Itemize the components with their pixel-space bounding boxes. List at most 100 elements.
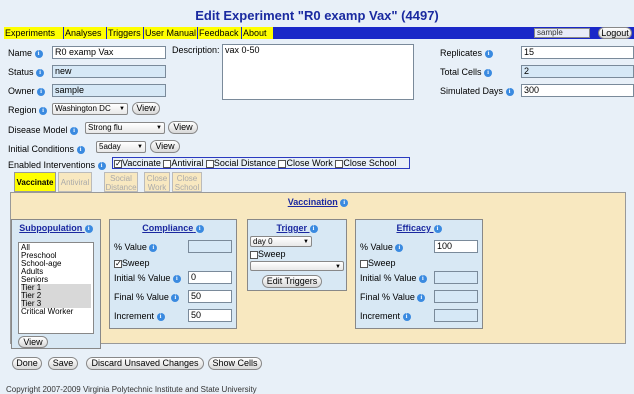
info-icon[interactable]: i [505,87,514,96]
vaccination-heading: Vaccination i [11,197,625,207]
total-cells-label: Total Cells i [440,67,493,77]
tab-antiviral[interactable]: Antiviral [58,172,92,192]
trigger-sweep-select[interactable]: ▼ [250,261,344,271]
chevron-down-icon: ▼ [303,239,309,245]
info-icon[interactable]: i [76,145,85,154]
nav-analyses[interactable]: Analyses [64,27,107,39]
tab-close-school-line1: Close [176,174,198,183]
trigger-select[interactable]: day 0 ▼ [250,236,312,247]
info-icon[interactable]: i [70,126,79,135]
info-icon[interactable]: i [39,106,48,115]
info-icon[interactable]: i [37,87,46,96]
disease-model-label: Disease Model i [8,125,79,135]
name-input[interactable]: R0 examp Vax [52,46,166,59]
tab-vaccinate[interactable]: Vaccinate [14,172,56,192]
logout-button[interactable]: Logout [598,27,632,39]
done-button[interactable]: Done [12,357,42,370]
efficacy-increment-label: Increment i [360,311,411,321]
compliance-increment-input[interactable]: 50 [188,309,232,322]
tab-close-school-line2: School [174,183,200,192]
info-icon[interactable]: i [340,198,349,207]
info-icon[interactable]: i [309,224,318,233]
info-icon[interactable]: i [433,224,442,233]
show-cells-button[interactable]: Show Cells [208,357,262,370]
info-icon[interactable]: i [172,274,181,283]
tab-social-line2: Distance [105,183,137,192]
compliance-pct-label-text: % Value [114,242,147,252]
info-icon[interactable]: i [484,68,493,77]
efficacy-sweep-checkbox[interactable] [360,259,368,268]
info-icon[interactable]: i [417,293,426,302]
initial-view-button[interactable]: View [150,140,180,153]
compliance-initial-label-text: Initial % Value [114,273,171,283]
enabled-interventions-label: Enabled Interventions i [8,160,106,170]
info-icon[interactable]: i [484,49,493,58]
compliance-box: Compliance i % Value i ✓Sweep Initial % … [109,219,237,329]
compliance-initial-input[interactable]: 0 [188,271,232,284]
trigger-box: Trigger i day 0 ▼ Sweep ▼ Edit Triggers [247,219,347,291]
checkbox-vaccinate[interactable]: ✓ [114,159,122,168]
compliance-sweep-checkbox[interactable]: ✓ [114,259,122,268]
tab-social-distance[interactable]: Social Distance [104,172,138,192]
efficacy-final-input [434,290,478,303]
status-field: new [52,65,166,78]
tab-close-work[interactable]: Close Work [144,172,170,192]
info-icon[interactable]: i [395,243,404,252]
tab-close-school[interactable]: Close School [172,172,202,192]
info-icon[interactable]: i [84,224,93,233]
description-textarea[interactable]: vax 0-50 [222,44,414,100]
chevron-down-icon: ▼ [335,264,341,270]
replicates-label: Replicates i [440,48,493,58]
nav-triggers[interactable]: Triggers [107,27,144,39]
vaccinate-label: Vaccinate [122,158,161,168]
owner-label-text: Owner [8,86,35,96]
info-icon[interactable]: i [149,243,158,252]
edit-triggers-button[interactable]: Edit Triggers [262,275,322,288]
name-label: Name i [8,48,43,58]
list-item[interactable]: Critical Worker [21,308,91,316]
user-field[interactable]: sample [534,28,590,38]
nav-feedback[interactable]: Feedback [198,27,242,39]
nav-experiments[interactable]: Experiments [4,27,64,39]
region-label: Region i [8,105,48,115]
efficacy-pct-input[interactable]: 100 [434,240,478,253]
disease-view-button[interactable]: View [168,121,198,134]
info-icon[interactable]: i [34,49,43,58]
info-icon[interactable]: i [402,312,411,321]
simulated-days-label: Simulated Days i [440,86,514,96]
nav-about[interactable]: About [242,27,274,39]
description-label: Description: [172,45,220,55]
subpopulation-view-button[interactable]: View [18,336,48,348]
disease-model-select[interactable]: Strong flu ▼ [85,122,165,134]
region-select[interactable]: Washington DC ▼ [52,103,128,115]
info-icon[interactable]: i [418,274,427,283]
compliance-final-input[interactable]: 50 [188,290,232,303]
trigger-sweep: Sweep [250,249,286,259]
compliance-heading: Compliance i [110,223,236,233]
chevron-down-icon: ▼ [137,144,143,150]
info-icon[interactable]: i [36,68,45,77]
subpopulation-list[interactable]: All Preschool School-age Adults Seniors … [18,242,94,334]
interventions-group: ✓Vaccinate Antiviral Social Distance Clo… [112,157,410,169]
info-icon[interactable]: i [156,312,165,321]
info-icon[interactable]: i [171,293,180,302]
compliance-initial-label: Initial % Value i [114,273,181,283]
nav-user-manual[interactable]: User Manual [144,27,198,39]
social-distance-label: Social Distance [213,158,276,168]
replicates-input[interactable]: 15 [521,46,634,59]
initial-conditions-label: Initial Conditions i [8,144,85,154]
efficacy-pct-label-text: % Value [360,242,393,252]
checkbox-social-distance[interactable] [205,159,214,168]
save-button[interactable]: Save [48,357,78,370]
initial-conditions-select[interactable]: 5aday ▼ [96,141,146,153]
region-label-text: Region [8,105,37,115]
info-icon[interactable]: i [97,161,106,170]
efficacy-increment-label-text: Increment [360,311,401,321]
simulated-days-input[interactable]: 300 [521,84,634,97]
region-view-button[interactable]: View [132,102,160,115]
info-icon[interactable]: i [195,224,204,233]
discard-changes-button[interactable]: Discard Unsaved Changes [86,357,204,370]
efficacy-pct-label: % Value i [360,242,404,252]
trigger-sweep-checkbox[interactable] [250,250,258,259]
efficacy-sweep-label: Sweep [368,258,396,268]
